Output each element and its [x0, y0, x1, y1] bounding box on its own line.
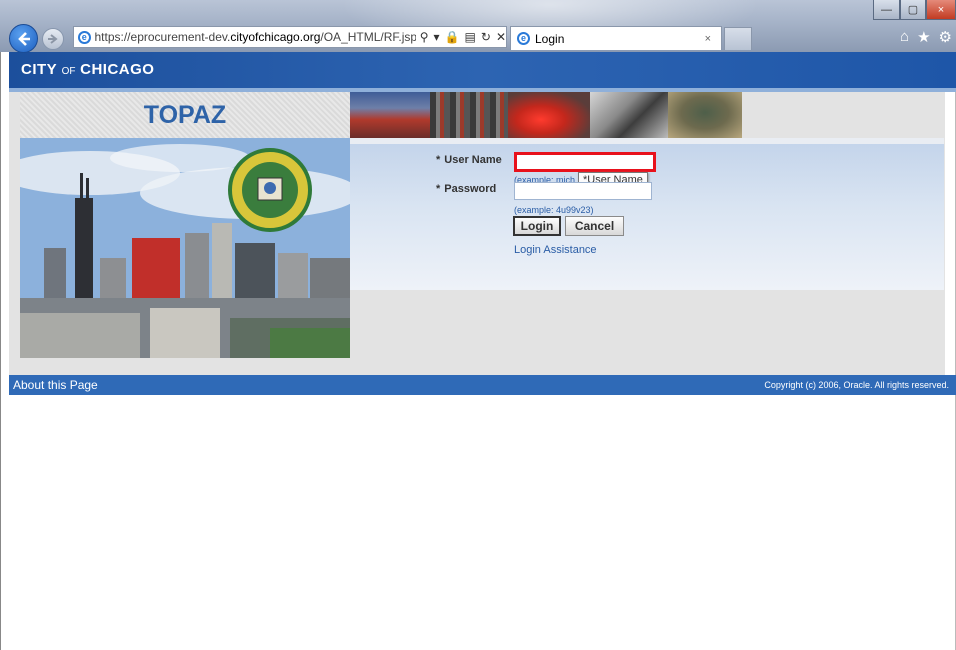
cancel-button[interactable]: Cancel [565, 216, 624, 236]
compatibility-icon[interactable]: ▤ [465, 30, 476, 44]
browser-tab-login[interactable]: e Login × [510, 26, 722, 50]
username-label: * User Name [436, 154, 502, 166]
art-institute-lion-photo [668, 92, 742, 138]
forward-arrow-icon [48, 34, 58, 44]
dropdown-icon[interactable]: ▾ [434, 30, 440, 44]
chicago-skyline-photo [20, 138, 350, 358]
buckingham-fountain-photo [508, 92, 590, 138]
copyright-text: Copyright (c) 2006, Oracle. All rights r… [764, 380, 949, 390]
city-seal-logo [228, 148, 312, 232]
refresh-icon[interactable]: ↻ [481, 30, 491, 44]
ie-page-icon: e [78, 30, 91, 44]
maximize-button[interactable]: ▢ [900, 0, 926, 20]
tab-ie-icon: e [517, 32, 530, 45]
stop-icon[interactable]: ✕ [496, 30, 506, 44]
minimize-button[interactable]: — [873, 0, 900, 20]
tab-title: Login [535, 31, 565, 46]
app-title: TOPAZ [143, 101, 227, 129]
password-label: * Password [436, 183, 497, 195]
city-header-bar: CITY OF CHICAGO [9, 52, 956, 88]
about-this-page-link[interactable]: About this Page [13, 378, 98, 392]
settings-gear-icon[interactable]: ⚙ [939, 28, 952, 46]
home-icon[interactable]: ⌂ [900, 28, 909, 46]
login-assistance-link[interactable]: Login Assistance [514, 244, 597, 256]
address-bar[interactable]: e https://eprocurement-dev.cityofchicago… [73, 26, 507, 48]
tab-close-icon[interactable]: × [705, 33, 711, 45]
favorites-star-icon[interactable]: ★ [917, 28, 930, 46]
back-button[interactable] [9, 24, 38, 53]
login-button[interactable]: Login [513, 216, 561, 236]
address-url[interactable]: https://eprocurement-dev.cityofchicago.o… [95, 30, 416, 44]
crown-fountain-photo [430, 92, 508, 138]
forward-button[interactable] [42, 28, 64, 50]
username-input[interactable] [514, 152, 656, 172]
back-arrow-icon [17, 31, 30, 46]
page-content: CITY OF CHICAGO TOPAZ * User Name (examp… [0, 52, 956, 650]
login-panel: * User Name (example: mich *User Name * Pa… [350, 138, 944, 290]
city-of-chicago-logo: CITY OF CHICAGO [21, 61, 155, 78]
login-panel-band [350, 138, 944, 144]
cloud-gate-photo [350, 92, 430, 138]
footer-bar: About this Page Copyright (c) 2006, Orac… [9, 375, 956, 395]
password-example: (example: 4u99v23) [514, 205, 594, 215]
search-icon[interactable]: ⚲ [420, 30, 429, 44]
lock-icon[interactable]: 🔒 [445, 30, 460, 44]
photo-strip [350, 92, 742, 138]
new-tab-button[interactable] [724, 27, 752, 50]
password-input[interactable] [514, 182, 652, 200]
close-window-button[interactable]: × [926, 0, 956, 20]
main-area: TOPAZ * User Name (example: mich *User N… [9, 92, 945, 375]
picasso-sculpture-photo [590, 92, 668, 138]
topaz-banner: TOPAZ [20, 92, 350, 138]
